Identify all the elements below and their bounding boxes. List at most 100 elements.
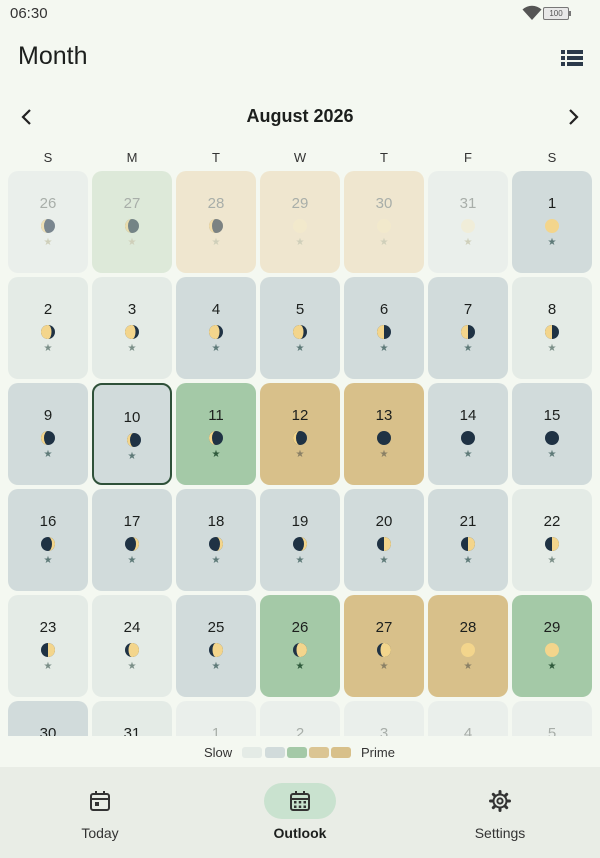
tab-today[interactable]: Today (0, 767, 200, 858)
day-cell[interactable]: 31★ (428, 171, 508, 273)
day-cell[interactable]: 6 ★ (344, 277, 424, 379)
day-cell[interactable]: 27 ★ (344, 595, 424, 697)
day-number: 22 (543, 513, 561, 530)
tab-settings[interactable]: Settings (400, 767, 600, 858)
star-icon: ★ (463, 237, 473, 248)
day-number: 29 (291, 195, 309, 212)
star-icon: ★ (547, 449, 557, 460)
star-icon: ★ (295, 449, 305, 460)
moon-phase-icon (545, 431, 559, 445)
day-number: 11 (208, 407, 224, 424)
day-number: 1 (547, 195, 557, 212)
day-cell[interactable]: 31★ (92, 701, 172, 736)
day-cell[interactable]: 4★ (176, 277, 256, 379)
day-cell[interactable]: 24 ★ (92, 595, 172, 697)
day-cell[interactable]: 18 ★ (176, 489, 256, 591)
tab-label: Settings (474, 825, 526, 841)
day-cell[interactable]: 2★ (260, 701, 340, 736)
day-number: 27 (123, 195, 141, 212)
day-number: 17 (123, 513, 141, 530)
day-number: 2 (295, 725, 305, 736)
status-time: 06:30 (10, 5, 48, 22)
star-icon: ★ (43, 555, 53, 566)
star-icon: ★ (463, 555, 473, 566)
star-icon: ★ (43, 449, 53, 460)
moon-phase-icon (41, 643, 55, 657)
day-cell[interactable]: 28 ★ (428, 595, 508, 697)
battery-icon: 100 (543, 7, 571, 20)
wifi-icon (522, 5, 542, 20)
moon-phase-icon (293, 219, 307, 233)
day-cell[interactable]: 14 ★ (428, 383, 508, 485)
moon-phase-icon (125, 643, 139, 657)
bottom-navigation: Today Outlook Settings (0, 767, 600, 858)
day-number: 10 (123, 409, 141, 426)
star-icon: ★ (379, 449, 389, 460)
star-icon: ★ (127, 451, 137, 462)
day-cell[interactable]: 25 ★ (176, 595, 256, 697)
day-cell-selected[interactable]: 10 ★ (92, 383, 172, 485)
weekday-header-row: SMTWTFS (8, 150, 592, 166)
day-cell[interactable]: 17 ★ (92, 489, 172, 591)
day-cell[interactable]: 5★ (260, 277, 340, 379)
day-cell[interactable]: 29 ★ (260, 171, 340, 273)
moon-phase-icon (377, 537, 391, 551)
day-cell[interactable]: 22 ★ (512, 489, 592, 591)
day-cell[interactable]: 5★ (512, 701, 592, 736)
day-cell[interactable]: 26 ★ (8, 171, 88, 273)
day-cell[interactable]: 27 ★ (92, 171, 172, 273)
moon-phase-icon (41, 219, 55, 233)
day-cell[interactable]: 8 ★ (512, 277, 592, 379)
day-cell[interactable]: 13 ★ (344, 383, 424, 485)
day-number: 28 (459, 619, 477, 636)
day-cell[interactable]: 11 ★ (176, 383, 256, 485)
star-icon: ★ (547, 343, 557, 354)
day-cell[interactable]: 3★ (92, 277, 172, 379)
star-icon: ★ (295, 555, 305, 566)
moon-phase-icon (125, 537, 139, 551)
day-cell[interactable]: 28 ★ (176, 171, 256, 273)
day-cell[interactable]: 4★ (428, 701, 508, 736)
day-cell[interactable]: 3★ (344, 701, 424, 736)
moon-phase-icon (461, 219, 475, 233)
day-cell[interactable]: 2★ (8, 277, 88, 379)
day-cell[interactable]: 30★ (8, 701, 88, 736)
star-icon: ★ (127, 661, 137, 672)
list-view-icon[interactable] (561, 49, 583, 67)
day-cell[interactable]: 7 ★ (428, 277, 508, 379)
day-cell[interactable]: 19 ★ (260, 489, 340, 591)
day-cell[interactable]: 15 ★ (512, 383, 592, 485)
star-icon: ★ (211, 343, 221, 354)
calendar-month-icon (290, 791, 310, 811)
day-number: 21 (459, 513, 477, 530)
star-icon: ★ (211, 237, 221, 248)
star-icon: ★ (463, 343, 473, 354)
month-label: August 2026 (246, 106, 354, 126)
day-number: 26 (291, 619, 309, 636)
day-cell[interactable]: 29 ★ (512, 595, 592, 697)
day-cell[interactable]: 1★ (176, 701, 256, 736)
day-number: 7 (463, 301, 473, 318)
day-cell[interactable]: 9 ★ (8, 383, 88, 485)
day-cell[interactable]: 23 ★ (8, 595, 88, 697)
star-icon: ★ (547, 237, 557, 248)
day-number: 1 (211, 725, 221, 736)
day-number: 4 (211, 301, 221, 318)
day-number: 3 (127, 301, 137, 318)
day-cell[interactable]: 30★ (344, 171, 424, 273)
page-title: Month (18, 42, 88, 70)
next-month-button[interactable] (560, 104, 586, 130)
day-cell[interactable]: 21 ★ (428, 489, 508, 591)
star-icon: ★ (127, 555, 137, 566)
calendar-grid[interactable]: 26 ★ 27 ★ 28 ★ 29 ★ 30 ★ 31 ★ 1 ★ 2 ★ 3 ★ 4 ★ 5 ★ 6 ★ 7 ★ 8 ★ 9 ★ 10 ★ 1… (0, 166, 600, 736)
tab-outlook[interactable]: Outlook (200, 767, 400, 858)
day-number: 25 (207, 619, 225, 636)
moon-phase-icon (377, 643, 391, 657)
day-cell[interactable]: 12 ★ (260, 383, 340, 485)
activity-legend: Slow Prime (0, 744, 600, 762)
previous-month-button[interactable] (14, 104, 40, 130)
day-cell[interactable]: 16 ★ (8, 489, 88, 591)
day-cell[interactable]: 1★ (512, 171, 592, 273)
day-cell[interactable]: 20 ★ (344, 489, 424, 591)
day-cell[interactable]: 26 ★ (260, 595, 340, 697)
